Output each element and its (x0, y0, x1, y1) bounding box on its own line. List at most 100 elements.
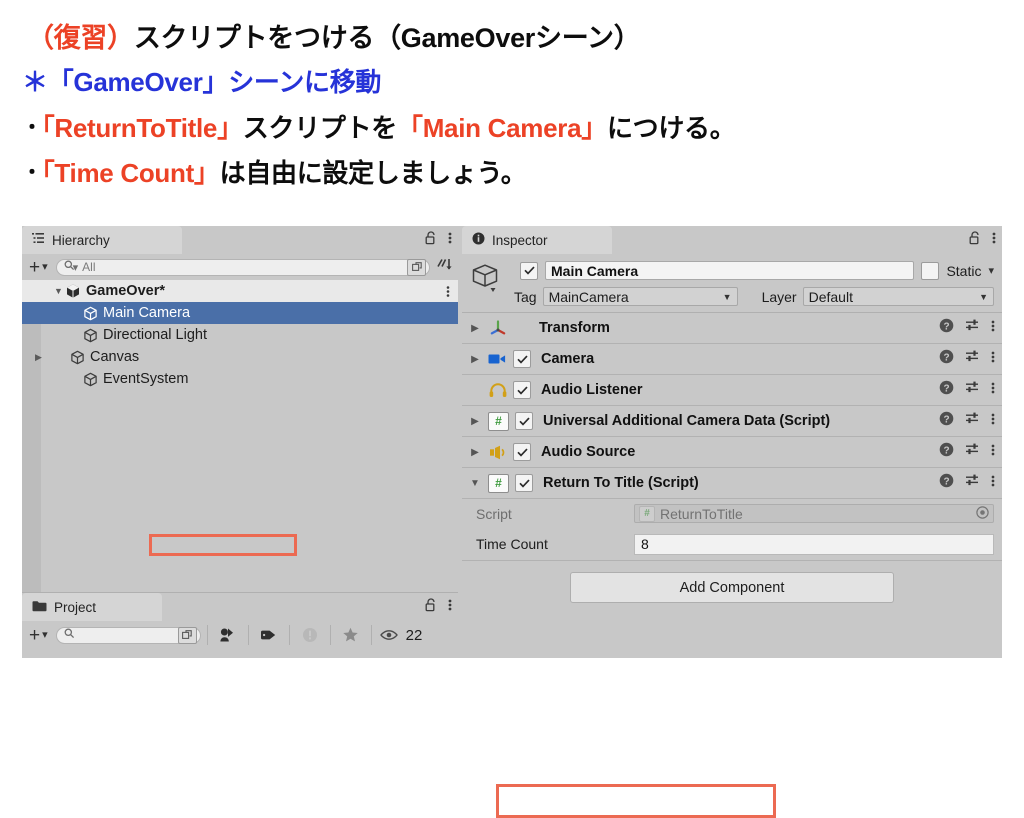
kebab-menu-icon[interactable] (991, 412, 995, 431)
tag-value: MainCamera (548, 288, 629, 305)
component-row-audio-source[interactable]: ▶ Audio Source? (462, 437, 1002, 468)
kebab-menu-icon[interactable] (991, 350, 995, 369)
eye-visibility-icon[interactable] (378, 629, 400, 641)
lock-open-icon[interactable] (969, 230, 981, 250)
hierarchy-row-main-camera[interactable]: Main Camera (22, 302, 458, 324)
component-enabled-checkbox[interactable] (513, 350, 531, 368)
tab-hierarchy[interactable]: Hierarchy (22, 226, 182, 254)
add-component-area: Add Component (462, 561, 1002, 603)
project-create-button[interactable]: + ▾ (27, 626, 50, 645)
add-gameobject-label: + (29, 256, 41, 278)
component-row-transform[interactable]: ▶ Transform? (462, 313, 1002, 344)
alphabetical-sort-icon[interactable] (436, 257, 453, 278)
script-object-value: ReturnToTitle (660, 505, 743, 522)
help-circle-icon[interactable]: ? (939, 318, 954, 338)
info-circle-icon (472, 232, 485, 248)
unity-editor-screenshot: Hierarchy + ▾ ▾ All ▼ GameOver* Main Cam… (22, 226, 1002, 818)
help-circle-icon[interactable]: ? (939, 411, 954, 431)
layer-dropdown[interactable]: Default ▼ (802, 287, 994, 306)
slide-line-3-black-1: スクリプトを (242, 113, 398, 143)
hierarchy-row-gameover[interactable]: ▼ GameOver* (22, 280, 458, 302)
gameobject-active-checkbox[interactable] (520, 261, 538, 280)
search-expand-icon[interactable] (407, 258, 426, 276)
hierarchy-row-directional-light[interactable]: Directional Light (22, 324, 458, 346)
component-row-audio-listener[interactable]: ▶Audio Listener? (462, 375, 1002, 406)
gameobject-name-input[interactable]: Main Camera (545, 261, 915, 280)
target-dot-icon[interactable] (976, 505, 989, 522)
gameobject-cube-icon (83, 372, 98, 387)
tab-inspector[interactable]: Inspector (462, 226, 612, 254)
chevron-down-icon: ▾ (42, 260, 48, 273)
kebab-menu-icon[interactable] (448, 598, 452, 617)
kebab-menu-icon[interactable] (991, 443, 995, 462)
component-row-return-to-title-script[interactable]: ▼ # Return To Title (Script)? (462, 468, 1002, 499)
chevron-right-icon[interactable]: ▶ (468, 416, 482, 427)
help-circle-icon[interactable]: ? (939, 380, 954, 400)
kebab-menu-icon[interactable] (448, 231, 452, 250)
star-favorite-icon[interactable] (337, 627, 365, 643)
preset-sliders-icon[interactable] (965, 318, 980, 338)
kebab-menu-icon[interactable] (992, 231, 996, 250)
search-expand-icon[interactable] (177, 626, 197, 644)
chevron-down-icon: ▼ (722, 291, 732, 302)
hierarchy-row-eventsystem[interactable]: EventSystem (22, 368, 458, 390)
tag-dropdown[interactable]: MainCamera ▼ (542, 287, 738, 306)
help-circle-icon[interactable]: ? (939, 473, 954, 493)
label-tag-icon[interactable] (255, 628, 283, 642)
time-count-label: Time Count (476, 536, 548, 552)
cs-script-icon: # (488, 473, 509, 493)
hierarchy-row-canvas[interactable]: ▶ Canvas (22, 346, 458, 368)
hierarchy-row-label: Directional Light (103, 327, 207, 343)
script-reference-row: Script # ReturnToTitle (462, 499, 1002, 528)
component-row-universal-additional-camera-data-script[interactable]: ▶ # Universal Additional Camera Data (Scri… (462, 406, 1002, 437)
component-row-camera[interactable]: ▶ Camera? (462, 344, 1002, 375)
component-enabled-checkbox[interactable] (515, 412, 533, 430)
script-object-field[interactable]: # ReturnToTitle (634, 504, 994, 523)
chevron-down-icon[interactable]: ▼ (52, 286, 65, 296)
component-row-tools: ? (939, 318, 995, 338)
chevron-right-icon[interactable]: ▶ (468, 447, 482, 458)
chevron-right-icon[interactable]: ▶ (32, 352, 45, 363)
add-component-button[interactable]: Add Component (570, 572, 894, 603)
tab-project[interactable]: Project (22, 593, 162, 621)
component-enabled-checkbox[interactable] (513, 443, 531, 461)
help-circle-icon[interactable]: ? (939, 442, 954, 462)
component-enabled-checkbox[interactable] (515, 474, 533, 492)
svg-text:?: ? (943, 321, 949, 332)
chevron-down-icon[interactable]: ▼ (468, 478, 482, 489)
help-circle-icon[interactable]: ? (939, 349, 954, 369)
svg-text:?: ? (943, 476, 949, 487)
static-dropdown-caret-icon[interactable]: ▾ (988, 264, 994, 277)
avatar-mask-icon[interactable] (214, 627, 242, 643)
svg-text:?: ? (943, 445, 949, 456)
component-enabled-checkbox[interactable] (513, 381, 531, 399)
hierarchy-row-label: GameOver* (86, 283, 165, 299)
project-search-input[interactable] (55, 626, 201, 644)
preset-sliders-icon[interactable] (965, 411, 980, 431)
static-checkbox[interactable] (921, 261, 940, 280)
preset-sliders-icon[interactable] (965, 349, 980, 369)
add-gameobject-button[interactable]: + ▾ (27, 258, 50, 277)
lock-open-icon[interactable] (425, 230, 437, 250)
hierarchy-tab-tools (425, 226, 452, 254)
slide-line-3: ・「ReturnToTitle」スクリプトを「Main Camera」につける。 (22, 108, 736, 145)
kebab-menu-icon[interactable] (446, 280, 450, 302)
preset-sliders-icon[interactable] (965, 380, 980, 400)
chevron-right-icon[interactable]: ▶ (468, 323, 482, 334)
kebab-menu-icon[interactable] (991, 381, 995, 400)
lock-open-icon[interactable] (425, 597, 437, 617)
hierarchy-tabbar: Hierarchy (22, 226, 458, 254)
chevron-right-icon[interactable]: ▶ (468, 354, 482, 365)
warning-circle-icon[interactable] (296, 627, 324, 643)
project-tab-tools (425, 593, 452, 621)
component-name-label: Return To Title (Script) (543, 475, 699, 491)
preset-sliders-icon[interactable] (965, 442, 980, 462)
kebab-menu-icon[interactable] (991, 474, 995, 493)
time-count-property-row: Time Count 8 (462, 528, 1002, 560)
time-count-input[interactable]: 8 (634, 533, 994, 555)
component-name-label: Audio Listener (541, 382, 643, 398)
kebab-menu-icon[interactable] (991, 319, 995, 338)
preset-sliders-icon[interactable] (965, 473, 980, 493)
hierarchy-search-input[interactable]: ▾ All (55, 258, 430, 276)
project-toolbar: + ▾ 22 (22, 621, 458, 649)
